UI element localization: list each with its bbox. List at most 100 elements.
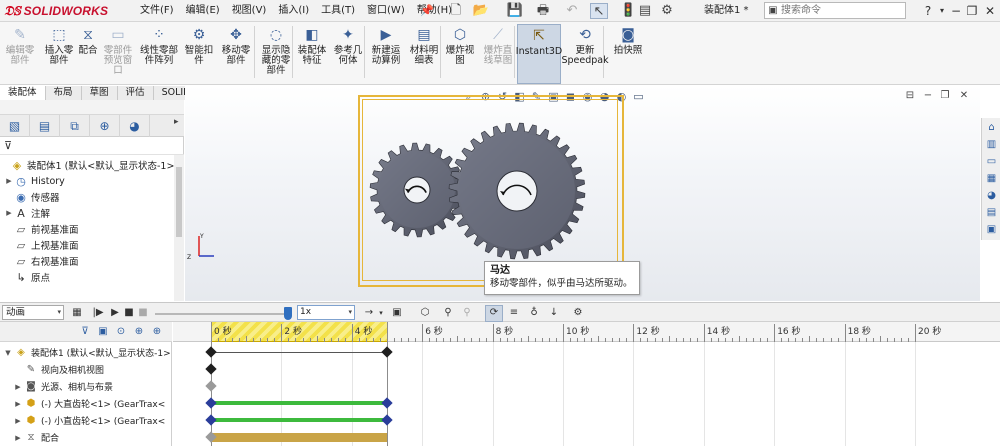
spring-icon[interactable]: ≡: [507, 306, 521, 320]
expand-arrow-icon[interactable]: ▶: [12, 400, 24, 408]
calculate-icon[interactable]: ▦: [70, 306, 84, 320]
menu-3[interactable]: 插入(I): [272, 0, 315, 22]
viewport-collapse-icon[interactable]: ⊟: [904, 90, 916, 102]
tab-2[interactable]: 草图: [82, 86, 118, 100]
feature-tree-item[interactable]: ▶ A 注解: [0, 205, 50, 221]
appearances-icon[interactable]: ◕: [984, 189, 999, 203]
expand-arrow-icon[interactable]: ▶: [4, 209, 14, 217]
search-input[interactable]: [781, 3, 901, 18]
play-icon[interactable]: ▶: [108, 306, 122, 320]
cmd-button-10[interactable]: ▶ 新建运 动算例: [368, 24, 404, 84]
filter-icon[interactable]: ⊽: [0, 139, 184, 155]
save-animation-icon[interactable]: ▣: [390, 306, 404, 320]
feature-tree-item[interactable]: ▶ ◷ History: [0, 173, 65, 189]
cmd-button-0[interactable]: ✎ 编辑零 部件: [2, 24, 38, 84]
close-icon[interactable]: ✕: [982, 2, 998, 20]
feature-tree-item[interactable]: ◈ 装配体1 (默认<默认_显示状态-1>): [0, 157, 178, 173]
cmd-button-9[interactable]: ✦ 参考几 何体: [332, 24, 364, 84]
feature-tree-item[interactable]: ◉ 传感器: [0, 189, 59, 205]
viewport-restore-icon[interactable]: ❐: [939, 90, 951, 102]
view-settings-icon[interactable]: ▭: [632, 90, 645, 106]
large-gear-end-key[interactable]: [381, 397, 393, 409]
cmd-button-11[interactable]: ▤ 材料明 细表: [408, 24, 440, 84]
configuration-manager-tab-icon[interactable]: ⧉: [60, 115, 90, 137]
cmd-button-2[interactable]: ⧖ 配合: [76, 24, 100, 84]
play-from-start-icon[interactable]: |▶: [91, 306, 105, 320]
undo-icon[interactable]: ↶: [562, 3, 582, 19]
add-key-icon[interactable]: ⚲: [460, 306, 474, 320]
filter-selected-icon[interactable]: ⊙: [114, 325, 128, 339]
animation-wizard-icon[interactable]: ⬡: [418, 306, 432, 320]
playback-speed-select[interactable]: 1x ▾: [297, 305, 355, 320]
motion-study-properties-icon[interactable]: ⚙: [571, 306, 585, 320]
gravity-icon[interactable]: ↓: [547, 306, 561, 320]
view-palette-icon[interactable]: ▦: [984, 172, 999, 186]
cmd-button-13[interactable]: ⟋ 爆炸直 线草图: [480, 24, 516, 84]
small-gear-start-key[interactable]: [205, 414, 217, 426]
lights-key[interactable]: [205, 380, 217, 392]
contact-icon[interactable]: ♁: [527, 306, 541, 320]
filter-driving-icon[interactable]: ▣: [96, 325, 110, 339]
cmd-button-8[interactable]: ◧ 装配体 特征: [296, 24, 328, 84]
cmd-button-4[interactable]: ⁘ 线性零部 件阵列: [138, 24, 180, 84]
new-document-icon[interactable]: 🗋: [448, 3, 464, 19]
motion-tree-item[interactable]: ✎ 视向及相机视图: [0, 361, 104, 378]
motion-timeline[interactable]: 0 秒2 秒4 秒6 秒8 秒 10 秒 12 秒 14 秒 16 秒 18 秒 20 秒: [173, 322, 1000, 446]
filter-results-icon[interactable]: ⊕: [132, 325, 146, 339]
small-gear-end-key[interactable]: [381, 414, 393, 426]
open-icon[interactable]: 📂: [470, 3, 492, 19]
feature-tree-item[interactable]: ↳ 原点: [0, 269, 50, 285]
cmd-button-16[interactable]: ◙ 拍快照: [612, 24, 644, 84]
expand-arrow-icon[interactable]: ▶: [12, 383, 24, 391]
large-spur-gear[interactable]: [448, 122, 586, 260]
cmd-button-6[interactable]: ✥ 移动零 部件: [218, 24, 254, 84]
autokey-icon[interactable]: ⚲: [441, 306, 455, 320]
viewport-minimize-icon[interactable]: −: [922, 90, 934, 102]
pause-icon[interactable]: ■: [136, 306, 150, 320]
playback-slider-thumb[interactable]: [284, 307, 292, 320]
dimxpert-tab-icon[interactable]: ⊕: [90, 115, 120, 137]
options-gear-icon[interactable]: ⚙: [656, 3, 678, 19]
design-library-icon[interactable]: ▥: [984, 138, 999, 152]
display-manager-tab-icon[interactable]: ◕: [120, 115, 150, 137]
forum-icon[interactable]: ▣: [984, 223, 999, 237]
file-properties-icon[interactable]: ▤: [638, 3, 652, 19]
large-gear-start-key[interactable]: [205, 397, 217, 409]
filter-animated-icon[interactable]: ⊽: [78, 325, 92, 339]
expand-arrow-icon[interactable]: ▶: [12, 417, 24, 425]
stop-icon[interactable]: ■: [122, 306, 136, 320]
file-explorer-icon[interactable]: ▭: [984, 155, 999, 169]
playback-mode-dropdown-icon[interactable]: ▾: [374, 306, 388, 320]
menu-1[interactable]: 编辑(E): [180, 0, 226, 22]
feature-tree-item[interactable]: ▱ 右视基准面: [0, 253, 79, 269]
small-spur-gear[interactable]: [369, 142, 465, 238]
cmd-button-1[interactable]: ⬚ 插入零 部件: [43, 24, 75, 84]
motion-tree-item[interactable]: ▼ ◈ 装配体1 (默认<默认_显示状态-1>: [0, 344, 170, 361]
expand-arrow-icon[interactable]: ▶: [4, 177, 14, 185]
zoom-timeline-icon[interactable]: ⊕: [150, 325, 164, 339]
tab-0[interactable]: 装配体: [0, 86, 46, 100]
cmd-button-14[interactable]: ⇱ Instant3D: [516, 24, 562, 84]
large-gear-track[interactable]: [211, 401, 387, 405]
expand-arrow-icon[interactable]: ▶: [12, 434, 24, 442]
viewport-close-icon[interactable]: ✕: [958, 90, 970, 102]
pin-icon[interactable]: 📌: [420, 4, 434, 18]
menu-4[interactable]: 工具(T): [315, 0, 361, 22]
custom-properties-icon[interactable]: ▤: [984, 206, 999, 220]
traffic-light-icon[interactable]: 🚦: [620, 3, 636, 19]
search-commands[interactable]: ▣: [764, 2, 906, 19]
playback-slider-track[interactable]: [155, 313, 290, 315]
expand-panel-icon[interactable]: ▸: [174, 117, 179, 127]
assembly-end-key[interactable]: [381, 346, 393, 358]
feature-tree-tab-icon[interactable]: ▧: [0, 115, 30, 137]
mates-track[interactable]: [211, 432, 387, 442]
cmd-button-7[interactable]: ◌ 显示隐 藏的零 部件: [259, 24, 293, 84]
motion-tree-item[interactable]: ▶ ⬢ (-) 小直齿轮<1> (GearTrax<: [0, 412, 165, 429]
menu-0[interactable]: 文件(F): [134, 0, 180, 22]
feature-tree-scrollbar[interactable]: [174, 155, 184, 301]
motor-icon[interactable]: ⟳: [487, 306, 501, 320]
motion-tree-item[interactable]: ▶ ⬢ (-) 大直齿轮<1> (GearTrax<: [0, 395, 165, 412]
solidworks-logo[interactable]: 𝔇𝕊 SOLIDWORKS: [4, 2, 108, 20]
feature-tree-item[interactable]: ▱ 上视基准面: [0, 237, 79, 253]
motion-tree-item[interactable]: ▶ ⧖ 配合: [0, 429, 59, 446]
